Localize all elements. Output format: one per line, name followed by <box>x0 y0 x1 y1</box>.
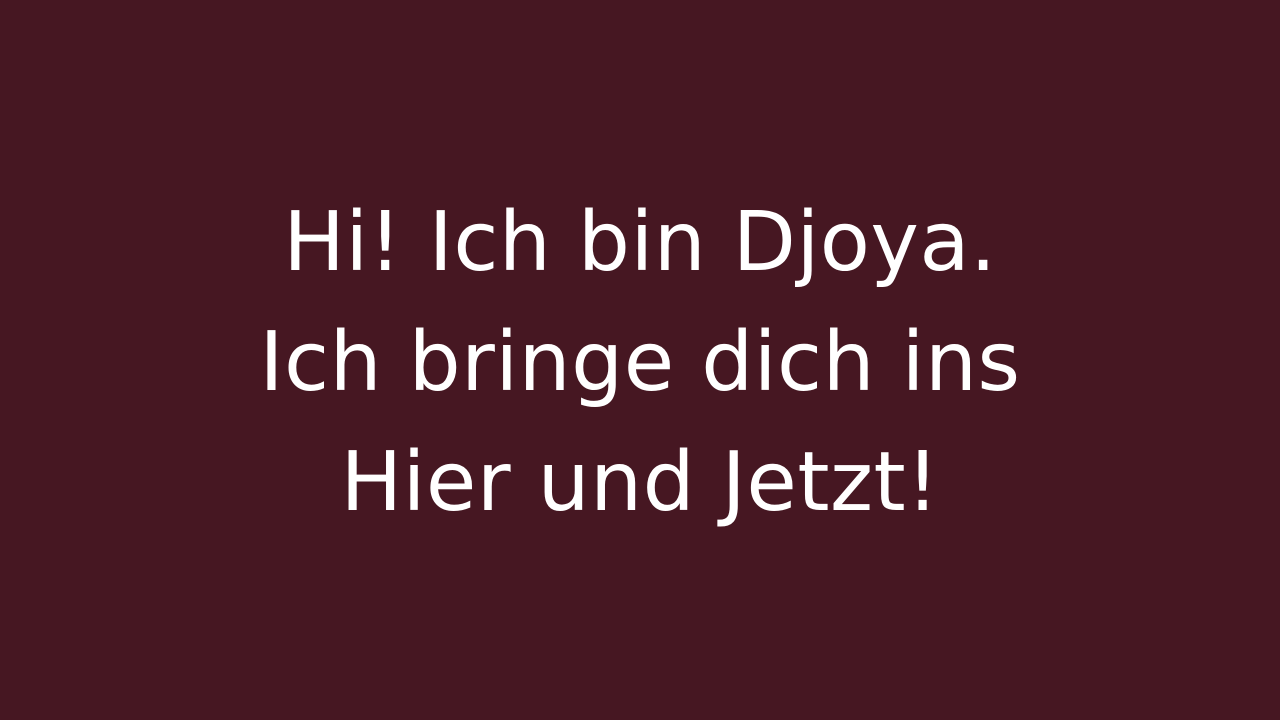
text-line-2: Ich bringe dich ins <box>259 315 1021 410</box>
text-line-3: Hier und Jetzt! <box>340 435 940 530</box>
slide: Hi! Ich bin Djoya. Ich bringe dich ins H… <box>0 0 1280 720</box>
text-line-1: Hi! Ich bin Djoya. <box>283 195 997 290</box>
